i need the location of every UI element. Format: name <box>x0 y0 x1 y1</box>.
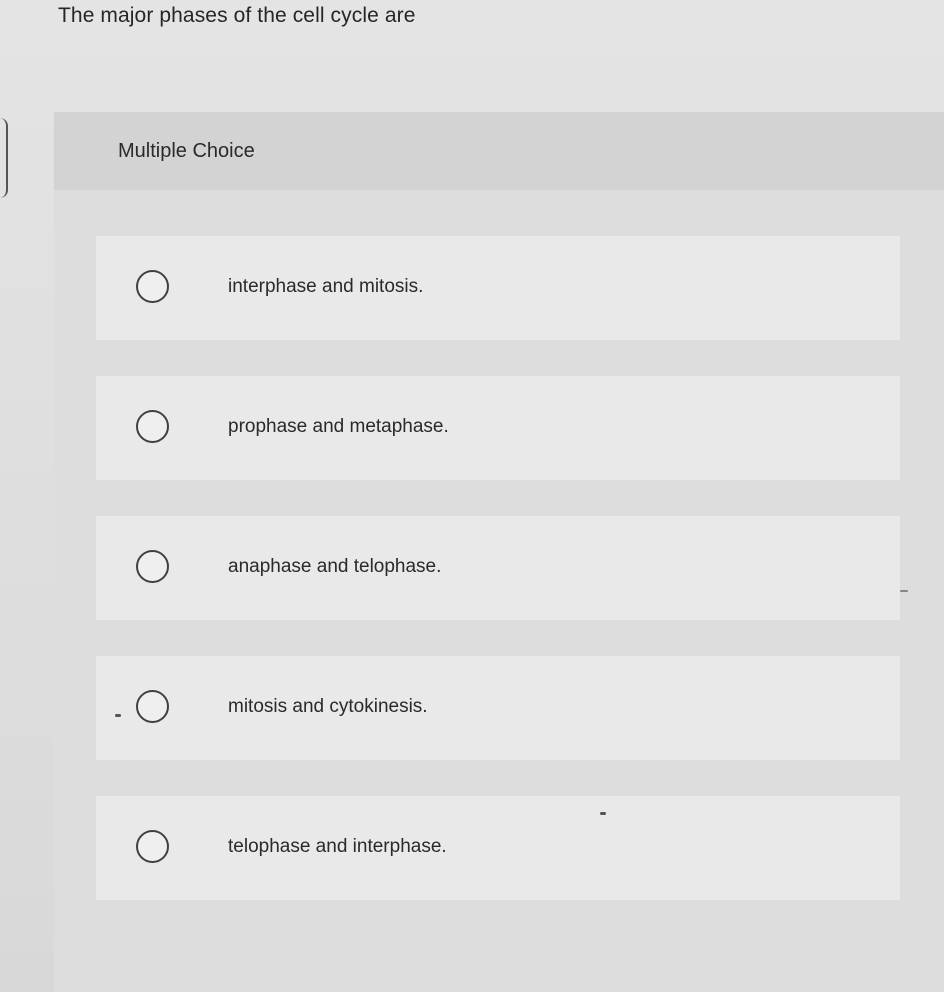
answer-option-label: anaphase and telophase. <box>228 556 442 577</box>
question-type-label: Multiple Choice <box>118 140 255 162</box>
answer-option-label: prophase and metaphase. <box>228 416 449 437</box>
answer-option-5[interactable]: telophase and interphase. <box>96 796 900 900</box>
radio-unselected-icon[interactable] <box>136 690 169 723</box>
answer-option-1[interactable]: interphase and mitosis. <box>96 236 900 340</box>
radio-unselected-icon[interactable] <box>136 270 169 303</box>
question-card: Multiple Choice interphase and mitosis. … <box>54 112 944 992</box>
radio-unselected-icon[interactable] <box>136 830 169 863</box>
radio-unselected-icon[interactable] <box>136 410 169 443</box>
radio-unselected-icon[interactable] <box>136 550 169 583</box>
answer-option-3[interactable]: anaphase and telophase. <box>96 516 900 620</box>
screen-speck <box>115 714 121 717</box>
screen-speck <box>600 812 606 815</box>
left-edge-bracket <box>0 118 8 198</box>
answer-option-label: mitosis and cytokinesis. <box>228 696 428 717</box>
answer-option-label: interphase and mitosis. <box>228 276 424 297</box>
answer-option-2[interactable]: prophase and metaphase. <box>96 376 900 480</box>
answer-option-label: telophase and interphase. <box>228 836 447 857</box>
question-text: The major phases of the cell cycle are <box>58 4 416 27</box>
answer-option-4[interactable]: mitosis and cytokinesis. <box>96 656 900 760</box>
card-header: Multiple Choice <box>54 112 944 190</box>
screen-speck <box>900 590 908 592</box>
